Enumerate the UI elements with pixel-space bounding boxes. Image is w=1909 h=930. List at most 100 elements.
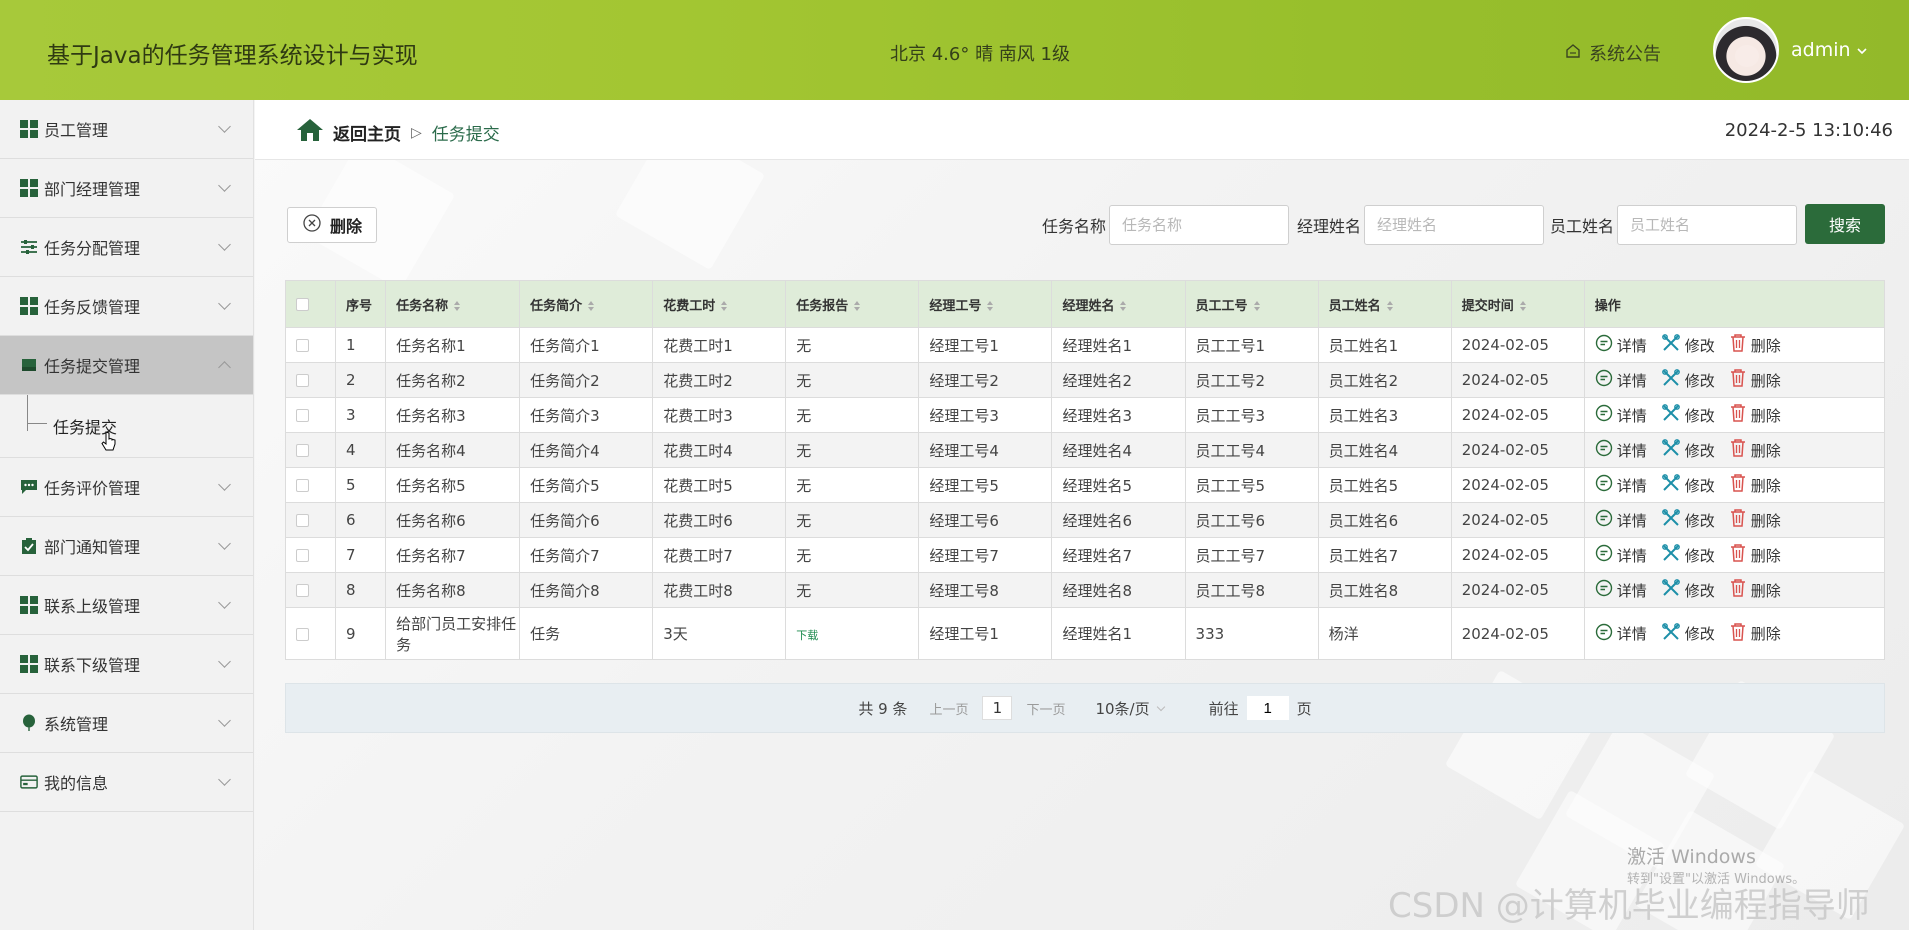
- edit-button[interactable]: 修改: [1661, 333, 1715, 357]
- edit-button[interactable]: 修改: [1661, 578, 1715, 602]
- inbox-icon: [20, 356, 38, 374]
- sort-icon[interactable]: [1386, 301, 1393, 311]
- download-link[interactable]: 下载: [796, 629, 818, 642]
- row-checkbox[interactable]: [284, 502, 337, 538]
- row-checkbox[interactable]: [284, 397, 337, 433]
- sidebar-item-task-submit[interactable]: 任务提交管理: [0, 336, 253, 395]
- delete-button[interactable]: 删除: [1729, 473, 1781, 497]
- user-menu[interactable]: admin: [1791, 39, 1867, 61]
- delete-button[interactable]: 删除: [1729, 508, 1781, 532]
- sidebar-item-employee[interactable]: 员工管理: [0, 100, 253, 159]
- sidebar-item-task-evaluation[interactable]: 任务评价管理: [0, 458, 253, 517]
- prev-page-button[interactable]: 上一页: [929, 699, 968, 718]
- delete-button[interactable]: 删除: [1729, 368, 1781, 392]
- col-header[interactable]: 任务名称: [385, 280, 521, 328]
- sort-icon[interactable]: [1253, 301, 1260, 311]
- detail-button[interactable]: 详情: [1595, 509, 1647, 531]
- chevron-down-icon: [1156, 702, 1165, 711]
- employee-name-input[interactable]: [1617, 205, 1798, 245]
- table-cell: 3: [335, 397, 387, 433]
- col-header[interactable]: 任务简介: [519, 280, 654, 328]
- delete-button[interactable]: 删除: [1729, 578, 1781, 602]
- sidebar-item-system[interactable]: 系统管理: [0, 694, 253, 753]
- col-header[interactable]: 经理姓名: [1051, 280, 1186, 328]
- select-all-checkbox[interactable]: [284, 280, 337, 328]
- detail-button[interactable]: 详情: [1595, 579, 1647, 601]
- row-checkbox[interactable]: [284, 537, 337, 573]
- delete-button[interactable]: 删除: [1729, 438, 1781, 462]
- edit-button[interactable]: 修改: [1661, 622, 1715, 646]
- home-notice-icon: [1565, 43, 1581, 64]
- delete-button[interactable]: 删除: [1729, 622, 1781, 646]
- table-cell: 任务简介7: [519, 537, 654, 573]
- delete-button[interactable]: 删除: [1729, 543, 1781, 567]
- col-header[interactable]: 经理工号: [918, 280, 1053, 328]
- table-cell: 员工工号2: [1184, 362, 1319, 398]
- avatar[interactable]: [1713, 17, 1779, 83]
- batch-delete-button[interactable]: 删除: [287, 207, 377, 243]
- sidebar-item-dept-notice[interactable]: 部门通知管理: [0, 517, 253, 576]
- col-header[interactable]: 任务报告: [785, 280, 920, 328]
- sidebar-item-task-feedback[interactable]: 任务反馈管理: [0, 277, 253, 336]
- table-cell: 花费工时2: [652, 362, 787, 398]
- detail-button[interactable]: 详情: [1595, 623, 1647, 645]
- row-checkbox[interactable]: [284, 327, 337, 363]
- row-checkbox[interactable]: [284, 572, 337, 608]
- detail-button[interactable]: 详情: [1595, 439, 1647, 461]
- system-notice-link[interactable]: 系统公告: [1565, 40, 1661, 66]
- trash-icon: [1729, 508, 1747, 532]
- sort-icon[interactable]: [1120, 301, 1127, 311]
- edit-button[interactable]: 修改: [1661, 438, 1715, 462]
- sort-icon[interactable]: [721, 301, 728, 311]
- col-header[interactable]: 提交时间: [1450, 280, 1585, 328]
- task-name-input[interactable]: [1109, 205, 1290, 245]
- sidebar-item-contact-superior[interactable]: 联系上级管理: [0, 576, 253, 635]
- goto-page-input[interactable]: [1246, 696, 1289, 720]
- edit-button[interactable]: 修改: [1661, 508, 1715, 532]
- app-title: 基于Java的任务管理系统设计与实现: [47, 43, 418, 69]
- page-size-select[interactable]: 10条/页: [1095, 698, 1165, 719]
- table-cell: 8: [335, 572, 387, 608]
- edit-button[interactable]: 修改: [1661, 543, 1715, 567]
- sidebar-item-my-info[interactable]: 我的信息: [0, 753, 253, 812]
- sort-icon[interactable]: [987, 301, 994, 311]
- col-header[interactable]: 员工姓名: [1317, 280, 1452, 328]
- detail-button[interactable]: 详情: [1595, 369, 1647, 391]
- row-actions: 详情 修改 删除: [1583, 537, 1886, 573]
- row-checkbox[interactable]: [284, 467, 337, 503]
- table-cell: 任务: [519, 607, 654, 660]
- delete-button[interactable]: 删除: [1729, 333, 1781, 357]
- delete-button[interactable]: 删除: [1729, 403, 1781, 427]
- detail-button[interactable]: 详情: [1595, 404, 1647, 426]
- row-checkbox[interactable]: [284, 607, 337, 660]
- col-header[interactable]: 员工工号: [1184, 280, 1319, 328]
- table-cell: 任务名称3: [385, 397, 521, 433]
- sort-icon[interactable]: [854, 301, 861, 311]
- manager-name-input[interactable]: [1364, 205, 1545, 245]
- page-number[interactable]: 1: [982, 696, 1013, 720]
- edit-button[interactable]: 修改: [1661, 368, 1715, 392]
- table-cell: 2024-02-05: [1450, 432, 1585, 468]
- sort-icon[interactable]: [454, 301, 461, 311]
- home-icon[interactable]: [295, 117, 325, 148]
- sort-icon[interactable]: [1519, 301, 1526, 311]
- table-cell: 无: [785, 432, 920, 468]
- edit-button[interactable]: 修改: [1661, 403, 1715, 427]
- col-header[interactable]: 花费工时: [652, 280, 787, 328]
- sort-icon[interactable]: [588, 301, 595, 311]
- detail-button[interactable]: 详情: [1595, 474, 1647, 496]
- detail-button[interactable]: 详情: [1595, 544, 1647, 566]
- search-button[interactable]: 搜索: [1805, 204, 1885, 244]
- breadcrumb-home[interactable]: 返回主页: [333, 120, 401, 145]
- row-checkbox[interactable]: [284, 432, 337, 468]
- sidebar-item-dept-manager[interactable]: 部门经理管理: [0, 159, 253, 218]
- sidebar-item-contact-subordinate[interactable]: 联系下级管理: [0, 635, 253, 694]
- table-cell: 员工姓名5: [1317, 467, 1452, 503]
- row-checkbox[interactable]: [284, 362, 337, 398]
- sidebar-item-task-assign[interactable]: 任务分配管理: [0, 218, 253, 277]
- edit-button[interactable]: 修改: [1661, 473, 1715, 497]
- table-cell: 花费工时5: [652, 467, 787, 503]
- next-page-button[interactable]: 下一页: [1026, 699, 1065, 718]
- detail-button[interactable]: 详情: [1595, 334, 1647, 356]
- task-submission-table: 序号 任务名称 任务简介 花费工时 任务报告 经理工号 经理姓名 员工工号 员工…: [284, 280, 1886, 660]
